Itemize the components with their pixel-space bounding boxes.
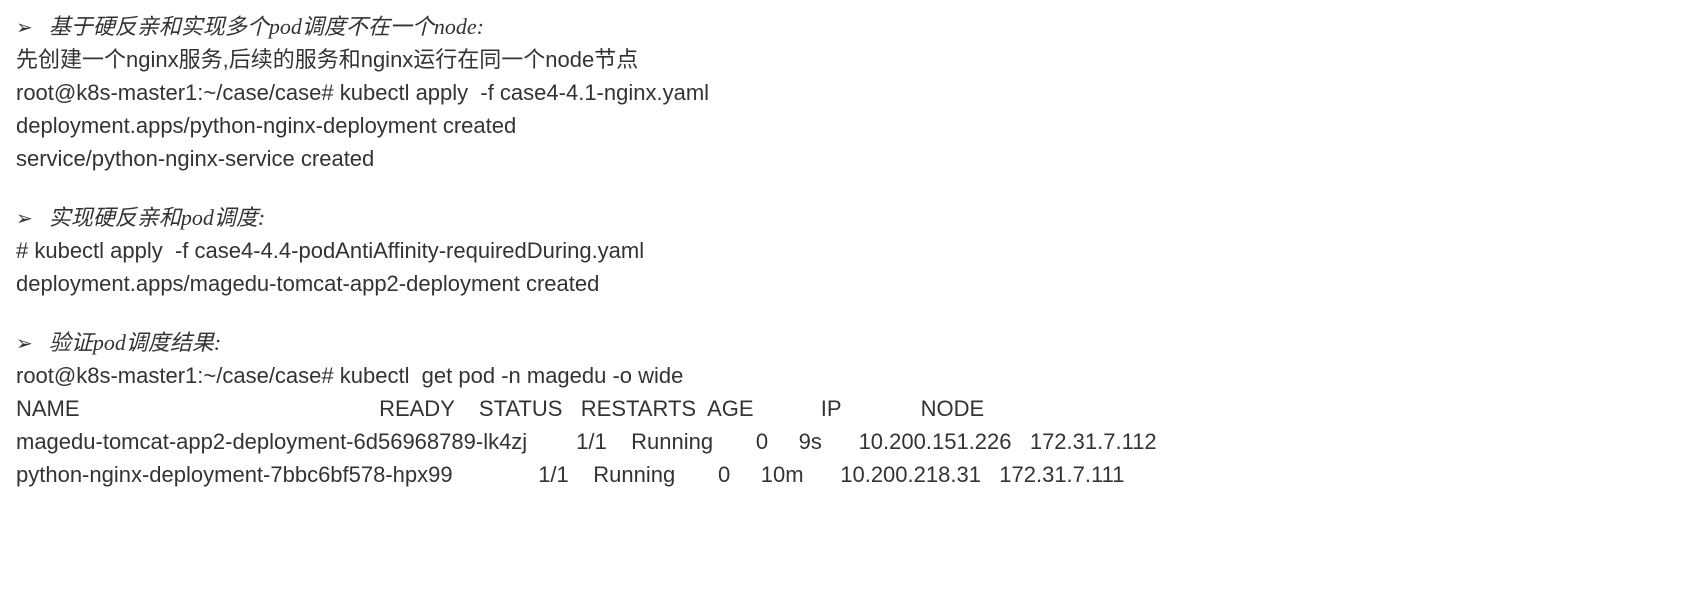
- pod-table: NAME READY STATUS RESTARTS AGE IP NODE m…: [16, 392, 1674, 491]
- spacer: [16, 175, 1674, 199]
- section1-cmd1: root@k8s-master1:~/case/case# kubectl ap…: [16, 76, 1674, 109]
- section1-out1: deployment.apps/python-nginx-deployment …: [16, 109, 1674, 142]
- spacer: [16, 300, 1674, 324]
- section1-out2: service/python-nginx-service created: [16, 142, 1674, 175]
- section1-heading-line: ➢ 基于硬反亲和实现多个pod调度不在一个node:: [16, 10, 1674, 43]
- section3-heading: 验证pod调度结果:: [49, 330, 221, 355]
- section2-out1: deployment.apps/magedu-tomcat-app2-deplo…: [16, 267, 1674, 300]
- section2-heading-line: ➢ 实现硬反亲和pod调度:: [16, 201, 1674, 234]
- section1-desc: 先创建一个nginx服务,后续的服务和nginx运行在同一个node节点: [16, 43, 1674, 76]
- bullet-icon: ➢: [16, 329, 33, 359]
- section2-cmd1: # kubectl apply -f case4-4.4-podAntiAffi…: [16, 234, 1674, 267]
- section3-cmd1: root@k8s-master1:~/case/case# kubectl ge…: [16, 359, 1674, 392]
- bullet-icon: ➢: [16, 204, 33, 234]
- section1-heading: 基于硬反亲和实现多个pod调度不在一个node:: [49, 14, 484, 39]
- bullet-icon: ➢: [16, 13, 33, 43]
- section3-heading-line: ➢ 验证pod调度结果:: [16, 326, 1674, 359]
- section2-heading: 实现硬反亲和pod调度:: [49, 205, 265, 230]
